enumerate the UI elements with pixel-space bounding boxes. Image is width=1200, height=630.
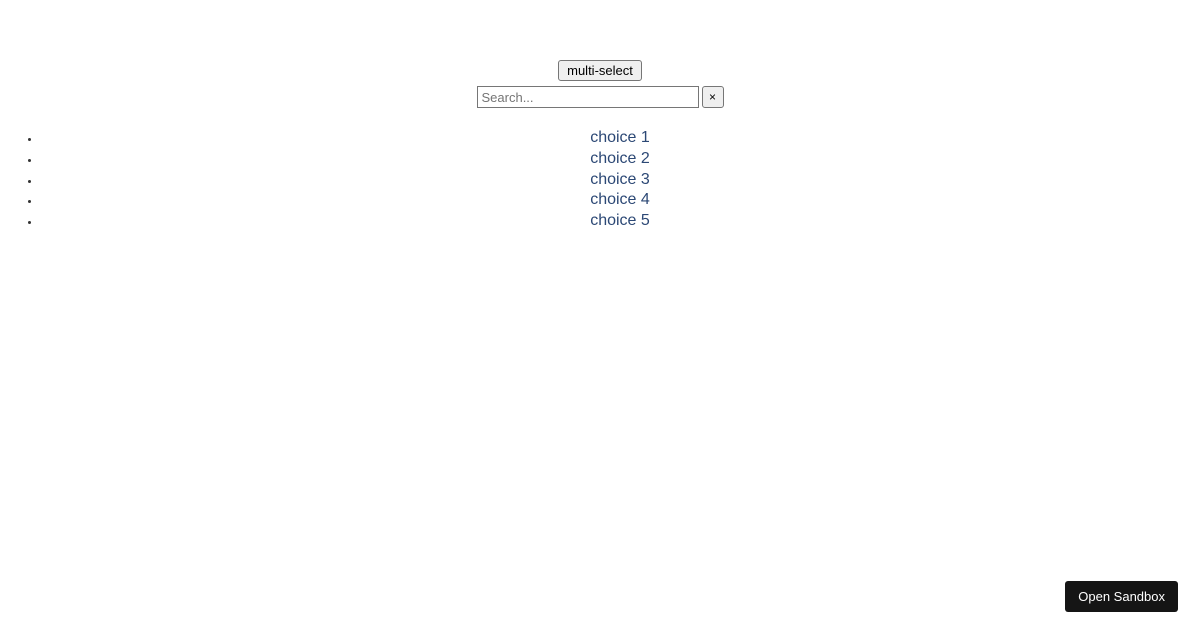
list-item: choice 4 bbox=[40, 190, 1200, 211]
choices-list: choice 1 choice 2 choice 3 choice 4 choi… bbox=[0, 128, 1200, 232]
open-sandbox-button[interactable]: Open Sandbox bbox=[1065, 581, 1178, 612]
choice-link[interactable]: choice 1 bbox=[40, 128, 1200, 149]
choice-link[interactable]: choice 5 bbox=[40, 211, 1200, 232]
choice-link[interactable]: choice 4 bbox=[40, 190, 1200, 211]
choice-link[interactable]: choice 3 bbox=[40, 170, 1200, 191]
toolbar-row: multi-select bbox=[0, 60, 1200, 81]
list-item: choice 2 bbox=[40, 149, 1200, 170]
multi-select-button[interactable]: multi-select bbox=[558, 60, 642, 81]
search-input[interactable] bbox=[477, 86, 699, 108]
main-container: multi-select × choice 1 choice 2 choice … bbox=[0, 0, 1200, 232]
choice-link[interactable]: choice 2 bbox=[40, 149, 1200, 170]
clear-button[interactable]: × bbox=[702, 86, 724, 108]
search-row: × bbox=[477, 86, 724, 108]
list-item: choice 1 bbox=[40, 128, 1200, 149]
list-item: choice 3 bbox=[40, 170, 1200, 191]
close-icon: × bbox=[709, 90, 716, 104]
list-item: choice 5 bbox=[40, 211, 1200, 232]
